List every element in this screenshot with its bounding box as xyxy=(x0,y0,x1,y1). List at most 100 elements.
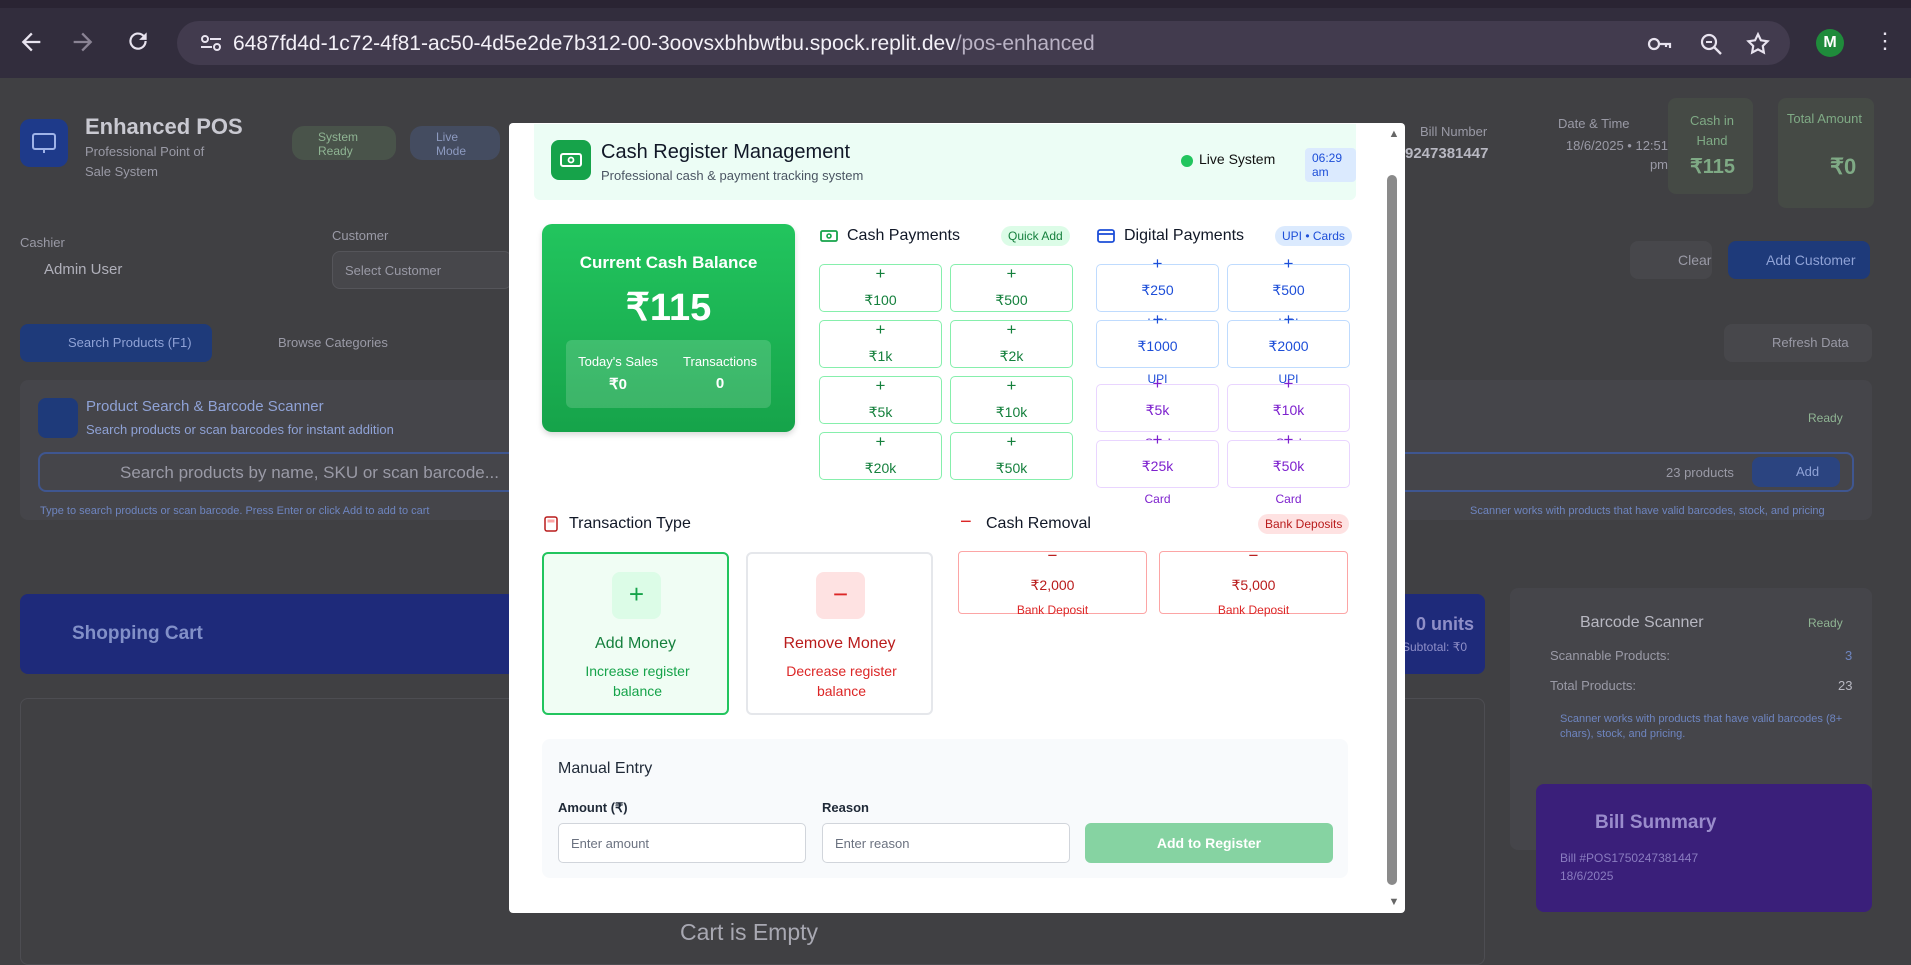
modal-subtitle: Professional cash & payment tracking sys… xyxy=(601,168,864,183)
add-money-label: Add Money xyxy=(595,635,676,652)
add-customer-label: Add Customer xyxy=(1766,252,1856,268)
minus-icon: − xyxy=(1248,546,1259,565)
search-hint-left: Type to search products or scan barcode.… xyxy=(40,505,430,517)
scroll-up-arrow[interactable]: ▲ xyxy=(1387,127,1401,141)
modal-header: Cash Register Management Professional ca… xyxy=(534,124,1356,200)
scanner-ready: Ready xyxy=(1808,616,1843,630)
removal-button-value: ₹5,000 xyxy=(1231,577,1276,593)
profile-avatar[interactable]: M xyxy=(1816,29,1844,57)
upi-500-button[interactable]: +₹500UPI xyxy=(1227,255,1350,330)
card-50k-button[interactable]: + ₹50k Card xyxy=(1227,431,1350,506)
scroll-down-arrow[interactable]: ▼ xyxy=(1387,895,1401,909)
app-title: Enhanced POS xyxy=(85,114,243,139)
reload-icon[interactable] xyxy=(124,28,152,56)
bill-number: 9247381447 xyxy=(1405,145,1489,162)
plus-icon: + xyxy=(1006,376,1017,395)
bill-summary-title: Bill Summary xyxy=(1595,812,1717,833)
minus-icon: − xyxy=(1047,546,1058,565)
browser-menu-icon[interactable]: ⋮ xyxy=(1874,26,1896,56)
modal-title: Cash Register Management xyxy=(601,141,851,163)
forward-icon[interactable] xyxy=(69,28,97,56)
datetime-value: 18/6/2025 • 12:51 pm xyxy=(1565,138,1668,172)
plus-icon: + xyxy=(1006,264,1017,283)
search-hint-right: Scanner works with products that have va… xyxy=(1470,505,1825,517)
tab-search-label: Search Products (F1) xyxy=(68,335,192,350)
remove-money-label: Remove Money xyxy=(783,635,896,652)
upi-2000-button[interactable]: + ₹2000 UPI xyxy=(1227,311,1350,386)
digital-button-value: ₹2000 xyxy=(1268,338,1309,354)
back-icon[interactable] xyxy=(17,28,45,56)
cash-button-value: ₹2k xyxy=(999,348,1024,364)
digital-button-value: ₹250 xyxy=(1141,282,1174,298)
minus-icon: − xyxy=(960,511,972,533)
upi-1000-button[interactable]: + ₹1000 UPI xyxy=(1096,311,1219,386)
clear-label: Clear xyxy=(1678,252,1712,268)
cash-add-50k-button[interactable]: + ₹50k xyxy=(950,432,1073,480)
cash-add-10k-button[interactable]: + ₹10k xyxy=(950,376,1073,424)
plus-icon: + xyxy=(875,432,886,451)
cash-button-value: ₹5k xyxy=(868,404,893,420)
reason-input[interactable] xyxy=(822,823,1070,863)
status-live: Live Mode xyxy=(436,130,467,158)
card-25k-button[interactable]: + ₹25k Card xyxy=(1096,431,1219,506)
add-money-desc: Increase register balance xyxy=(585,663,690,699)
cash-icon xyxy=(820,228,838,244)
credit-card-icon xyxy=(1097,228,1115,244)
cash-payments-title: Cash Payments xyxy=(847,227,960,244)
cash-add-500-button[interactable]: + ₹500 xyxy=(950,264,1073,312)
card-10k-button[interactable]: +₹10kCard xyxy=(1227,375,1350,450)
bookmark-star-icon[interactable] xyxy=(1745,31,1771,57)
customer-placeholder: Select Customer xyxy=(345,263,442,278)
todays-sales-stat: Today's Sales ₹0 xyxy=(568,354,668,393)
password-key-icon[interactable] xyxy=(1646,31,1672,57)
cash-add-100-button[interactable]: + ₹100 xyxy=(819,264,942,312)
url-text[interactable]: 6487fd4d-1c72-4f81-ac50-4d5e2de7b312-00-… xyxy=(233,32,1095,56)
deposit-5000-button[interactable]: − ₹5,000 Bank Deposit xyxy=(1159,546,1348,617)
cash-add-2k-button[interactable]: + ₹2k xyxy=(950,320,1073,368)
quick-add-badge: Quick Add xyxy=(1001,226,1070,246)
upi-250-button[interactable]: +₹250UPI xyxy=(1096,255,1219,330)
digital-button-value: ₹500 xyxy=(1272,282,1305,298)
cash-button-value: ₹100 xyxy=(864,292,897,308)
add-to-register-button[interactable]: Add to Register xyxy=(1085,823,1333,863)
cash-add-1k-button[interactable]: + ₹1k xyxy=(819,320,942,368)
search-panel-title: Product Search & Barcode Scanner xyxy=(86,398,324,415)
cash-add-20k-button[interactable]: + ₹20k xyxy=(819,432,942,480)
search-panel-sub: Search products or scan barcodes for ins… xyxy=(86,422,394,437)
remove-money-desc: Decrease register balance xyxy=(786,663,897,699)
cash-button-value: ₹20k xyxy=(864,460,897,476)
add-money-option[interactable]: + Add Money Increase register balance xyxy=(542,552,729,715)
tab-browse-label[interactable]: Browse Categories xyxy=(278,335,388,350)
reason-label: Reason xyxy=(822,800,869,815)
cashier-name: Admin User xyxy=(44,261,123,278)
app-subtitle: Professional Point of Sale System xyxy=(85,144,205,179)
cash-button-value: ₹500 xyxy=(995,292,1028,308)
products-count: 23 products xyxy=(1666,465,1734,480)
address-bar[interactable]: 6487fd4d-1c72-4f81-ac50-4d5e2de7b312-00-… xyxy=(177,21,1790,65)
remove-money-option[interactable]: − Remove Money Decrease register balance xyxy=(746,552,933,715)
search-placeholder: Search products by name, SKU or scan bar… xyxy=(120,463,499,482)
modal-scrollbar[interactable] xyxy=(1387,175,1397,885)
cart-empty-text: Cart is Empty xyxy=(680,919,819,945)
cash-button-value: ₹50k xyxy=(995,460,1028,476)
cash-add-5k-button[interactable]: + ₹5k xyxy=(819,376,942,424)
zoom-icon[interactable] xyxy=(1698,31,1724,57)
digital-button-value: ₹25k xyxy=(1141,458,1174,474)
site-info-icon[interactable] xyxy=(199,33,223,53)
url-host: 6487fd4d-1c72-4f81-ac50-4d5e2de7b312-00-… xyxy=(233,32,956,55)
cash-in-hand-value: ₹115 xyxy=(1690,156,1735,178)
plus-icon: + xyxy=(612,572,661,619)
deposit-2000-button[interactable]: − ₹2,000 Bank Deposit xyxy=(958,546,1147,617)
bill-summary-date: 18/6/2025 xyxy=(1560,869,1614,883)
cash-removal-title: Cash Removal xyxy=(986,515,1091,532)
bank-deposits-badge: Bank Deposits xyxy=(1258,514,1350,534)
todays-sales-label: Today's Sales xyxy=(578,354,658,369)
scannable-label: Scannable Products: xyxy=(1550,648,1670,663)
transactions-label: Transactions xyxy=(683,354,757,369)
plus-icon: + xyxy=(875,264,886,283)
cart-units: 0 units xyxy=(1416,614,1475,634)
cart-title: Shopping Cart xyxy=(72,623,203,644)
plus-icon: + xyxy=(1283,254,1294,273)
card-5k-button[interactable]: +₹5kCard xyxy=(1096,375,1219,450)
amount-input[interactable] xyxy=(558,823,806,863)
